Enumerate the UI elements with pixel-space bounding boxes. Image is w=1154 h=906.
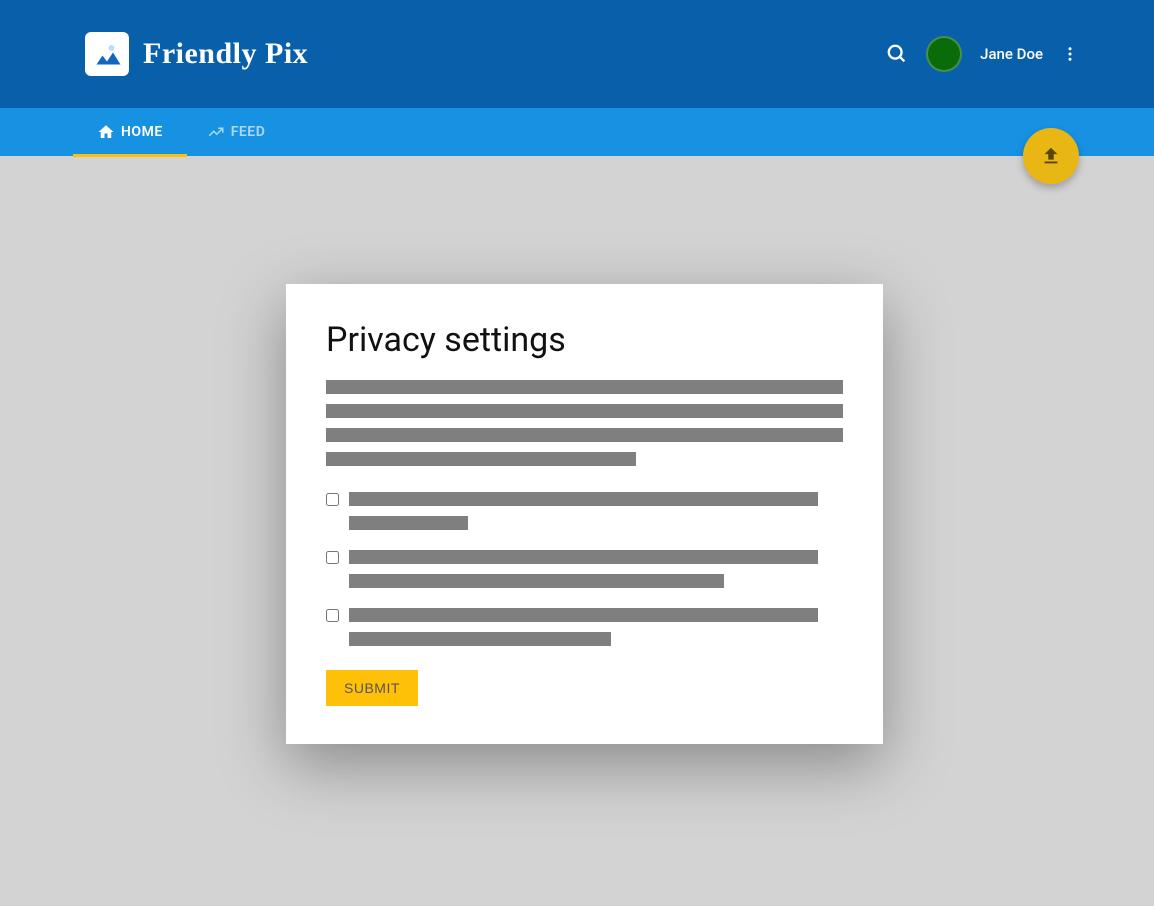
nav-tab-feed[interactable]: FEED	[195, 109, 278, 155]
privacy-option-1	[326, 492, 843, 530]
nav-tab-label: HOME	[121, 124, 163, 140]
dialog-description	[326, 380, 843, 466]
content-area: Privacy settings	[0, 156, 1154, 906]
dialog-title: Privacy settings	[326, 320, 843, 360]
upload-icon	[1040, 145, 1062, 167]
privacy-checkbox-2[interactable]	[326, 551, 339, 564]
logo[interactable]: Friendly Pix	[85, 32, 308, 76]
more-vert-icon[interactable]	[1061, 45, 1079, 63]
app-title: Friendly Pix	[143, 37, 308, 71]
privacy-settings-dialog: Privacy settings	[286, 284, 883, 744]
privacy-checkbox-1[interactable]	[326, 493, 339, 506]
username-label: Jane Doe	[980, 45, 1043, 63]
trending-icon	[207, 123, 225, 141]
app-header: Friendly Pix Jane Doe	[0, 0, 1154, 108]
nav-bar: HOME FEED	[0, 108, 1154, 156]
nav-tab-label: FEED	[231, 124, 266, 140]
privacy-option-text	[349, 492, 843, 530]
privacy-option-text	[349, 608, 843, 646]
nav-tab-home[interactable]: HOME	[85, 109, 175, 155]
header-actions: Jane Doe	[886, 36, 1079, 72]
upload-button[interactable]	[1023, 128, 1079, 184]
privacy-option-3	[326, 608, 843, 646]
privacy-checkbox-3[interactable]	[326, 609, 339, 622]
logo-image-icon	[85, 32, 129, 76]
privacy-option-text	[349, 550, 843, 588]
search-icon[interactable]	[886, 43, 908, 65]
home-icon	[97, 123, 115, 141]
avatar[interactable]	[926, 36, 962, 72]
submit-button[interactable]: SUBMIT	[326, 670, 418, 706]
nav-tabs: HOME FEED	[85, 109, 277, 155]
privacy-option-2	[326, 550, 843, 588]
